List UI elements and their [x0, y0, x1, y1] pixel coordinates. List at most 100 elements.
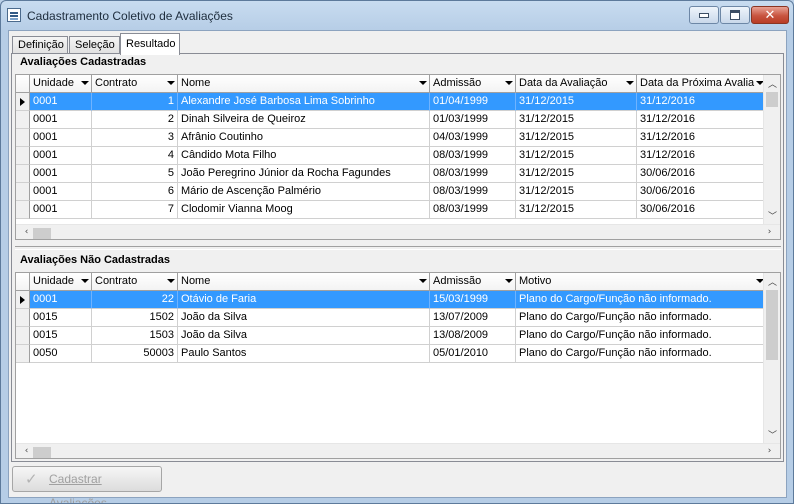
table-cell[interactable]: 08/03/1999 — [430, 201, 516, 219]
chevron-down-icon[interactable] — [505, 279, 513, 283]
table-cell[interactable]: 01/03/1999 — [430, 111, 516, 129]
table-row[interactable]: 0001 3 Afrânio Coutinho 04/03/1999 31/12/201… — [16, 129, 767, 147]
scroll-down-icon[interactable]: ﹀ — [764, 209, 780, 222]
col-admissao[interactable]: Admissão — [430, 273, 516, 290]
table-cell[interactable]: 0001 — [30, 165, 92, 183]
table-cell[interactable]: 13/07/2009 — [430, 309, 516, 327]
tab-resultado[interactable]: Resultado — [120, 33, 180, 55]
table-cell[interactable]: Alexandre José Barbosa Lima Sobrinho — [178, 93, 430, 111]
table-row[interactable]: 0001 22 Otávio de Faria 15/03/1999 Plano do … — [16, 291, 767, 309]
table-cell[interactable]: 31/12/2015 — [516, 165, 637, 183]
table-cell[interactable]: 31/12/2015 — [516, 93, 637, 111]
chevron-down-icon[interactable] — [626, 81, 634, 85]
registered-grid[interactable]: Unidade Contrato Nome Admissão Data da A… — [15, 74, 781, 240]
table-cell[interactable]: 0001 — [30, 201, 92, 219]
table-row[interactable]: 0050 50003 Paulo Santos 05/01/2010 Plano do … — [16, 345, 767, 363]
scroll-down-icon[interactable]: ﹀ — [764, 428, 780, 441]
tab-definicao[interactable]: Definição — [12, 36, 68, 54]
table-cell[interactable]: 31/12/2016 — [637, 93, 767, 111]
table-cell[interactable]: 0001 — [30, 129, 92, 147]
table-cell[interactable]: 4 — [92, 147, 178, 165]
close-button[interactable]: ✕ — [751, 6, 789, 24]
col-admissao[interactable]: Admissão — [430, 75, 516, 92]
table-cell[interactable]: 31/12/2016 — [637, 111, 767, 129]
table-cell[interactable]: 31/12/2015 — [516, 111, 637, 129]
title-bar[interactable]: Cadastramento Coletivo de Avaliações ✕ — [1, 1, 793, 30]
chevron-down-icon[interactable] — [167, 81, 175, 85]
table-cell[interactable]: 30/06/2016 — [637, 183, 767, 201]
table-cell[interactable]: 0015 — [30, 309, 92, 327]
table-cell[interactable]: 31/12/2016 — [637, 129, 767, 147]
scroll-up-icon[interactable]: ︿ — [764, 275, 780, 288]
table-row[interactable]: 0001 5 João Peregrino Júnior da Rocha Fagu… — [16, 165, 767, 183]
col-unidade[interactable]: Unidade — [30, 273, 92, 290]
table-cell[interactable]: 31/12/2016 — [637, 147, 767, 165]
row-indicator[interactable] — [16, 345, 30, 363]
col-contrato[interactable]: Contrato — [92, 75, 178, 92]
row-indicator[interactable] — [16, 183, 30, 201]
table-cell[interactable]: 0001 — [30, 147, 92, 165]
row-indicator[interactable] — [16, 291, 30, 309]
scroll-thumb[interactable] — [33, 228, 51, 239]
row-indicator[interactable] — [16, 165, 30, 183]
not-registered-grid[interactable]: Unidade Contrato Nome Admissão Motivo 00… — [15, 272, 781, 459]
table-cell[interactable]: Plano do Cargo/Função não informado. — [516, 291, 767, 309]
scroll-thumb[interactable] — [766, 290, 778, 360]
table-cell[interactable]: 50003 — [92, 345, 178, 363]
table-cell[interactable]: Plano do Cargo/Função não informado. — [516, 345, 767, 363]
table-cell[interactable]: 30/06/2016 — [637, 201, 767, 219]
chevron-down-icon[interactable] — [81, 279, 89, 283]
table-cell[interactable]: 08/03/1999 — [430, 147, 516, 165]
table-cell[interactable]: 5 — [92, 165, 178, 183]
scroll-right-icon[interactable]: › — [761, 227, 778, 237]
maximize-button[interactable] — [720, 6, 750, 24]
table-cell[interactable]: 0001 — [30, 93, 92, 111]
table-row[interactable]: 0001 7 Clodomir Vianna Moog 08/03/1999 31/12… — [16, 201, 767, 219]
table-cell[interactable]: 31/12/2015 — [516, 129, 637, 147]
registered-vertical-scrollbar[interactable]: ︿ ﹀ — [763, 75, 780, 224]
table-row[interactable]: 0015 1503 João da Silva 13/08/2009 Plano do … — [16, 327, 767, 345]
table-cell[interactable]: 22 — [92, 291, 178, 309]
table-cell[interactable]: 0001 — [30, 291, 92, 309]
row-indicator[interactable] — [16, 147, 30, 165]
scroll-right-icon[interactable]: › — [761, 446, 778, 456]
table-cell[interactable]: 0050 — [30, 345, 92, 363]
scroll-thumb[interactable] — [33, 447, 51, 458]
table-cell[interactable]: 3 — [92, 129, 178, 147]
table-cell[interactable]: Plano do Cargo/Função não informado. — [516, 309, 767, 327]
table-row[interactable]: 0001 6 Mário de Ascenção Palmério 08/03/199… — [16, 183, 767, 201]
chevron-down-icon[interactable] — [419, 279, 427, 283]
cadastrar-avaliacoes-button[interactable]: ✓ Cadastrar Avaliações — [12, 466, 162, 503]
registered-horizontal-scrollbar[interactable]: ‹ › — [16, 224, 780, 239]
col-nome[interactable]: Nome — [178, 273, 430, 290]
table-cell[interactable]: 15/03/1999 — [430, 291, 516, 309]
table-cell[interactable]: Plano do Cargo/Função não informado. — [516, 327, 767, 345]
col-nome[interactable]: Nome — [178, 75, 430, 92]
chevron-down-icon[interactable] — [81, 81, 89, 85]
table-cell[interactable]: João Peregrino Júnior da Rocha Fagundes — [178, 165, 430, 183]
table-cell[interactable]: Dinah Silveira de Queiroz — [178, 111, 430, 129]
table-cell[interactable]: 04/03/1999 — [430, 129, 516, 147]
not-registered-vertical-scrollbar[interactable]: ︿ ﹀ — [763, 273, 780, 443]
row-indicator[interactable] — [16, 129, 30, 147]
table-cell[interactable]: Cândido Mota Filho — [178, 147, 430, 165]
scroll-thumb[interactable] — [766, 92, 778, 107]
col-data-proxima-avaliacao[interactable]: Data da Próxima Avalia — [637, 75, 767, 92]
table-cell[interactable]: 05/01/2010 — [430, 345, 516, 363]
chevron-down-icon[interactable] — [505, 81, 513, 85]
row-indicator[interactable] — [16, 309, 30, 327]
chevron-down-icon[interactable] — [167, 279, 175, 283]
table-cell[interactable]: João da Silva — [178, 327, 430, 345]
table-cell[interactable]: 1502 — [92, 309, 178, 327]
table-cell[interactable]: João da Silva — [178, 309, 430, 327]
table-cell[interactable]: 08/03/1999 — [430, 165, 516, 183]
table-row[interactable]: 0001 2 Dinah Silveira de Queiroz 01/03/1999… — [16, 111, 767, 129]
table-cell[interactable]: 0001 — [30, 183, 92, 201]
table-cell[interactable]: 31/12/2015 — [516, 201, 637, 219]
table-row[interactable]: 0001 4 Cândido Mota Filho 08/03/1999 31/12/2… — [16, 147, 767, 165]
table-cell[interactable]: Afrânio Coutinho — [178, 129, 430, 147]
table-row[interactable]: 0015 1502 João da Silva 13/07/2009 Plano do … — [16, 309, 767, 327]
col-data-avaliacao[interactable]: Data da Avaliação — [516, 75, 637, 92]
table-cell[interactable]: Clodomir Vianna Moog — [178, 201, 430, 219]
table-cell[interactable]: 2 — [92, 111, 178, 129]
